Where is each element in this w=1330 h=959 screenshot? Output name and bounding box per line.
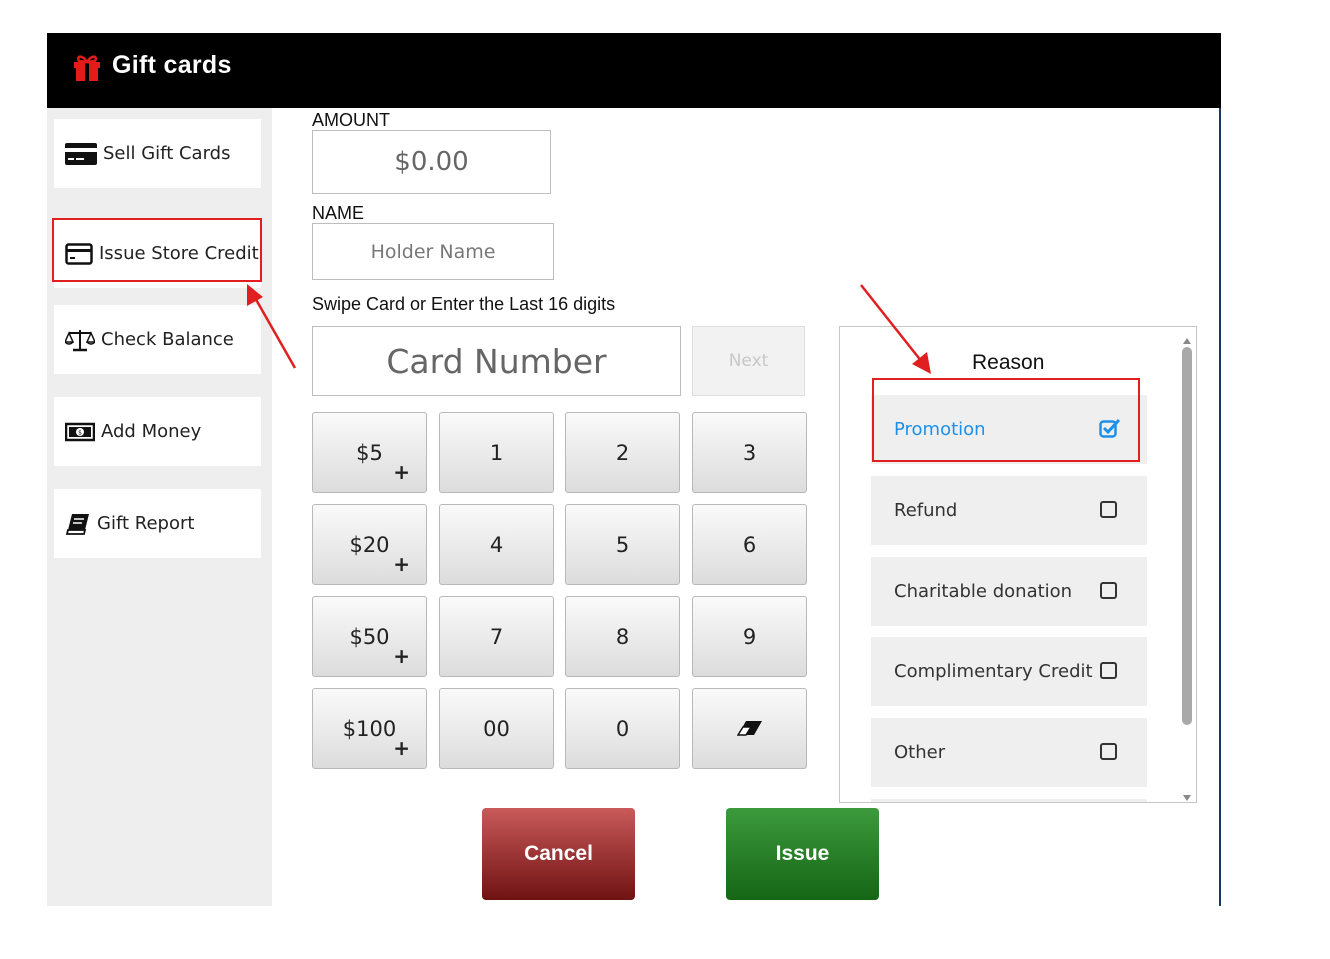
arrow-to-issue-store-credit — [247, 284, 297, 369]
annotation-arrows — [247, 284, 931, 374]
arrow-to-promotion — [860, 284, 931, 374]
